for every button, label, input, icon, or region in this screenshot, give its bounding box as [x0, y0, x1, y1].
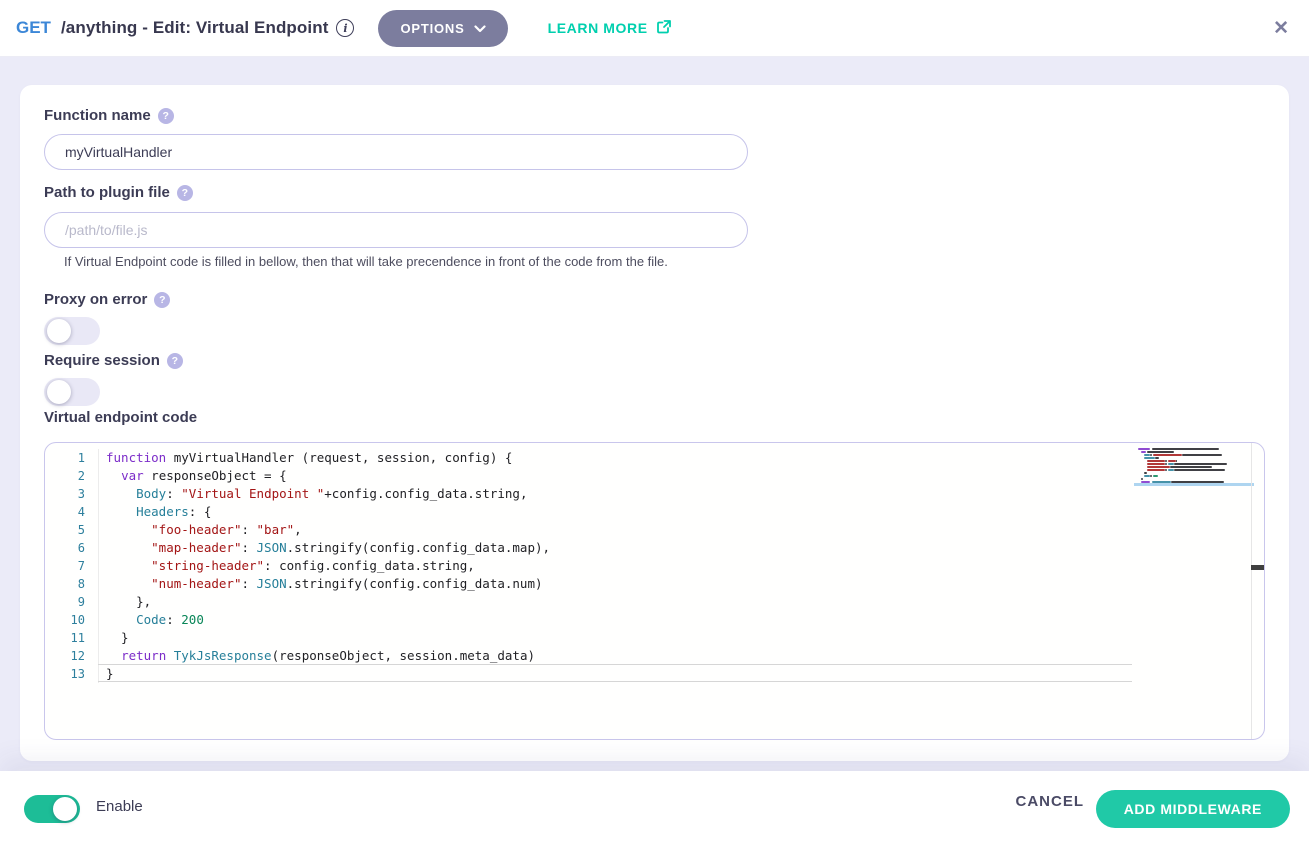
- add-middleware-button[interactable]: ADD MIDDLEWARE: [1096, 790, 1290, 828]
- line-number: 11: [45, 629, 98, 647]
- toggle-knob: [53, 797, 77, 821]
- editor-minimap[interactable]: [1138, 447, 1250, 727]
- line-number: 12: [45, 647, 98, 665]
- code-line[interactable]: 10 Code: 200: [45, 611, 1264, 629]
- code-line[interactable]: 2 var responseObject = {: [45, 467, 1264, 485]
- function-name-label-text: Function name: [44, 107, 151, 124]
- learn-more-link[interactable]: LEARN MORE: [548, 19, 672, 38]
- line-number: 3: [45, 485, 98, 503]
- code-editor[interactable]: 1function myVirtualHandler (request, ses…: [44, 442, 1265, 740]
- proxy-on-error-toggle[interactable]: [44, 317, 100, 345]
- top-bar: GET /anything - Edit: Virtual Endpoint i…: [0, 0, 1309, 57]
- plugin-path-input[interactable]: [44, 212, 748, 248]
- proxy-on-error-label: Proxy on error ?: [44, 291, 170, 308]
- require-session-label: Require session ?: [44, 352, 183, 369]
- code-line[interactable]: 8 "num-header": JSON.stringify(config.co…: [45, 575, 1264, 593]
- code-text: "num-header": JSON.stringify(config.conf…: [98, 575, 543, 593]
- code-text: }: [98, 665, 114, 683]
- code-line[interactable]: 13}: [45, 665, 1264, 683]
- line-number: 6: [45, 539, 98, 557]
- line-number: 4: [45, 503, 98, 521]
- require-session-label-text: Require session: [44, 352, 160, 369]
- middleware-edit-panel: Function name ? Path to plugin file ? If…: [20, 85, 1289, 761]
- code-lines[interactable]: 1function myVirtualHandler (request, ses…: [45, 449, 1264, 683]
- code-text: var responseObject = {: [98, 467, 287, 485]
- cancel-button[interactable]: CANCEL: [1016, 793, 1085, 810]
- line-number: 9: [45, 593, 98, 611]
- footer-bar: Enable CANCEL ADD MIDDLEWARE: [0, 771, 1309, 842]
- code-line[interactable]: 11 }: [45, 629, 1264, 647]
- code-line[interactable]: 12 return TykJsResponse(responseObject, …: [45, 647, 1264, 665]
- line-number: 7: [45, 557, 98, 575]
- overview-ruler[interactable]: [1251, 443, 1252, 739]
- code-line[interactable]: 6 "map-header": JSON.stringify(config.co…: [45, 539, 1264, 557]
- http-method-badge: GET: [16, 18, 51, 38]
- plugin-path-label-text: Path to plugin file: [44, 184, 170, 201]
- function-name-input[interactable]: [44, 134, 748, 170]
- code-text: }: [98, 629, 129, 647]
- toggle-knob: [47, 319, 71, 343]
- toggle-knob: [47, 380, 71, 404]
- line-number: 8: [45, 575, 98, 593]
- proxy-on-error-label-text: Proxy on error: [44, 291, 147, 308]
- line-number: 2: [45, 467, 98, 485]
- help-icon[interactable]: ?: [177, 185, 193, 201]
- code-line[interactable]: 7 "string-header": config.config_data.st…: [45, 557, 1264, 575]
- cursor-position-marker: [1251, 565, 1264, 570]
- info-icon[interactable]: i: [336, 19, 354, 37]
- code-line[interactable]: 9 },: [45, 593, 1264, 611]
- plugin-path-label: Path to plugin file ?: [44, 184, 193, 201]
- code-text: Code: 200: [98, 611, 204, 629]
- options-button-label: OPTIONS: [400, 21, 464, 36]
- code-editor-label: Virtual endpoint code: [44, 409, 197, 426]
- plugin-path-helper-text: If Virtual Endpoint code is filled in be…: [64, 254, 668, 269]
- enable-toggle[interactable]: [24, 795, 80, 823]
- help-icon[interactable]: ?: [158, 108, 174, 124]
- options-button[interactable]: OPTIONS: [378, 10, 507, 47]
- require-session-toggle[interactable]: [44, 378, 100, 406]
- code-text: "map-header": JSON.stringify(config.conf…: [98, 539, 550, 557]
- line-number: 10: [45, 611, 98, 629]
- code-text: Headers: {: [98, 503, 211, 521]
- code-text: "string-header": config.config_data.stri…: [98, 557, 475, 575]
- code-text: "foo-header": "bar",: [98, 521, 302, 539]
- code-line[interactable]: 1function myVirtualHandler (request, ses…: [45, 449, 1264, 467]
- learn-more-label: LEARN MORE: [548, 20, 648, 36]
- external-link-icon: [656, 19, 672, 38]
- help-icon[interactable]: ?: [167, 353, 183, 369]
- enable-label: Enable: [96, 798, 143, 815]
- line-number: 13: [45, 665, 98, 683]
- code-editor-label-text: Virtual endpoint code: [44, 409, 197, 426]
- code-text: },: [98, 593, 151, 611]
- line-number: 5: [45, 521, 98, 539]
- close-icon[interactable]: ✕: [1269, 15, 1293, 42]
- help-icon[interactable]: ?: [154, 292, 170, 308]
- code-line[interactable]: 5 "foo-header": "bar",: [45, 521, 1264, 539]
- code-text: return TykJsResponse(responseObject, ses…: [98, 647, 535, 665]
- code-text: Body: "Virtual Endpoint "+config.config_…: [98, 485, 527, 503]
- code-line[interactable]: 4 Headers: {: [45, 503, 1264, 521]
- code-text: function myVirtualHandler (request, sess…: [98, 449, 512, 467]
- function-name-label: Function name ?: [44, 107, 174, 124]
- code-line[interactable]: 3 Body: "Virtual Endpoint "+config.confi…: [45, 485, 1264, 503]
- line-number: 1: [45, 449, 98, 467]
- chevron-down-icon: [474, 21, 486, 36]
- page-title: /anything - Edit: Virtual Endpoint: [61, 18, 329, 38]
